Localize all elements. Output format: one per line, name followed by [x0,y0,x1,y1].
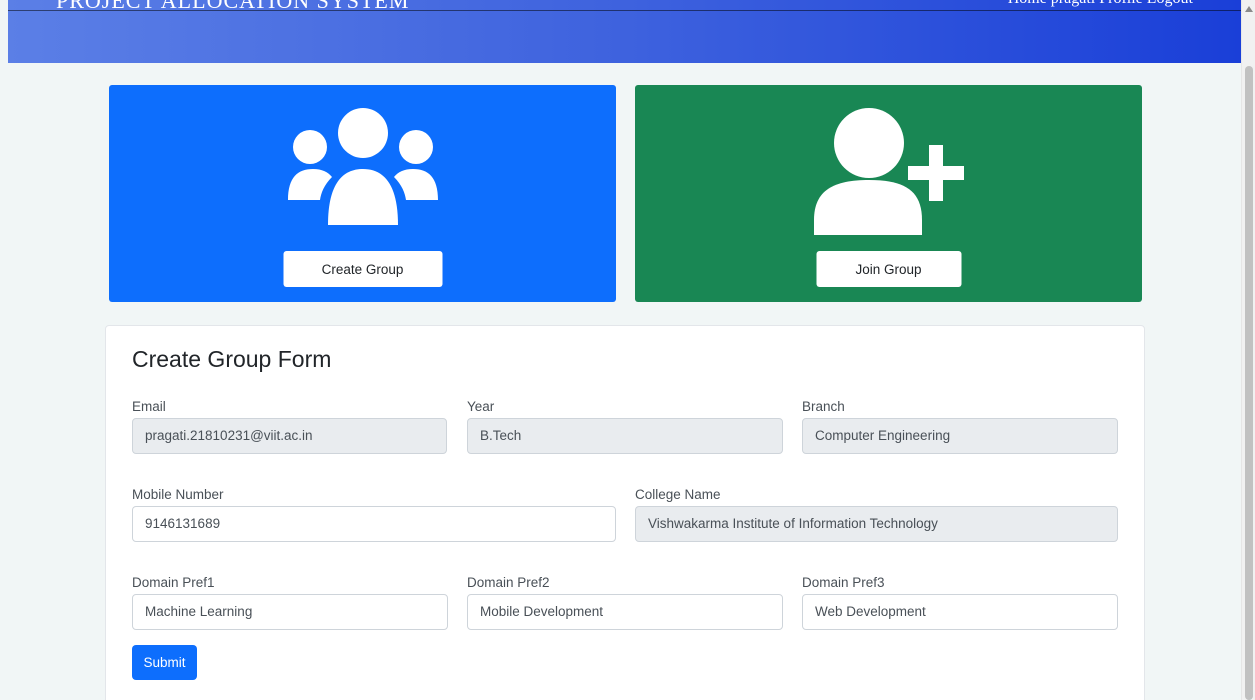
nav-links[interactable]: Home pragati Profile Logout [1008,0,1193,8]
users-group-icon [287,108,438,225]
branch-field-group: Branch Computer Engineering [802,397,1118,454]
domain3-label: Domain Pref3 [802,575,885,590]
year-field-group: Year B.Tech [467,397,783,454]
domain3-field-group: Domain Pref3 Web Development [802,573,1118,630]
domain-pref3-field[interactable]: Web Development [802,594,1118,630]
form-title: Create Group Form [132,346,332,372]
year-label: Year [467,399,495,414]
email-field-group: Email pragati.21810231@viit.ac.in [132,397,447,454]
branch-field[interactable]: Computer Engineering [802,418,1118,454]
email-field[interactable]: pragati.21810231@viit.ac.in [132,418,447,454]
navbar-divider [8,10,1241,11]
mobile-field-group: Mobile Number 9146131689 [132,485,616,542]
domain2-field-group: Domain Pref2 Mobile Development [467,573,783,630]
branch-label: Branch [802,399,845,414]
brand-title[interactable]: PROJECT ALLOCATION SYSTEM [56,0,409,14]
user-plus-icon [813,108,964,235]
domain-pref1-field[interactable]: Machine Learning [132,594,448,630]
domain-pref2-field[interactable]: Mobile Development [467,594,783,630]
create-group-tile: Create Group [109,85,616,302]
submit-button[interactable]: Submit [132,645,197,680]
page-scrollbar[interactable] [1241,0,1255,700]
scroll-up-arrow-icon[interactable] [1245,6,1253,12]
college-field-group: College Name Vishwakarma Institute of In… [635,485,1118,542]
mobile-number-field[interactable]: 9146131689 [132,506,616,542]
domain1-label: Domain Pref1 [132,575,215,590]
college-name-field[interactable]: Vishwakarma Institute of Information Tec… [635,506,1118,542]
domain2-label: Domain Pref2 [467,575,550,590]
create-group-form: Create Group Form Email pragati.21810231… [105,325,1145,700]
join-group-button[interactable]: Join Group [816,251,961,287]
year-field[interactable]: B.Tech [467,418,783,454]
create-group-button[interactable]: Create Group [283,251,442,287]
email-label: Email [132,399,166,414]
mobile-label: Mobile Number [132,487,224,502]
scrollbar-thumb[interactable] [1245,66,1253,700]
college-label: College Name [635,487,721,502]
domain1-field-group: Domain Pref1 Machine Learning [132,573,448,630]
join-group-tile: Join Group [635,85,1142,302]
